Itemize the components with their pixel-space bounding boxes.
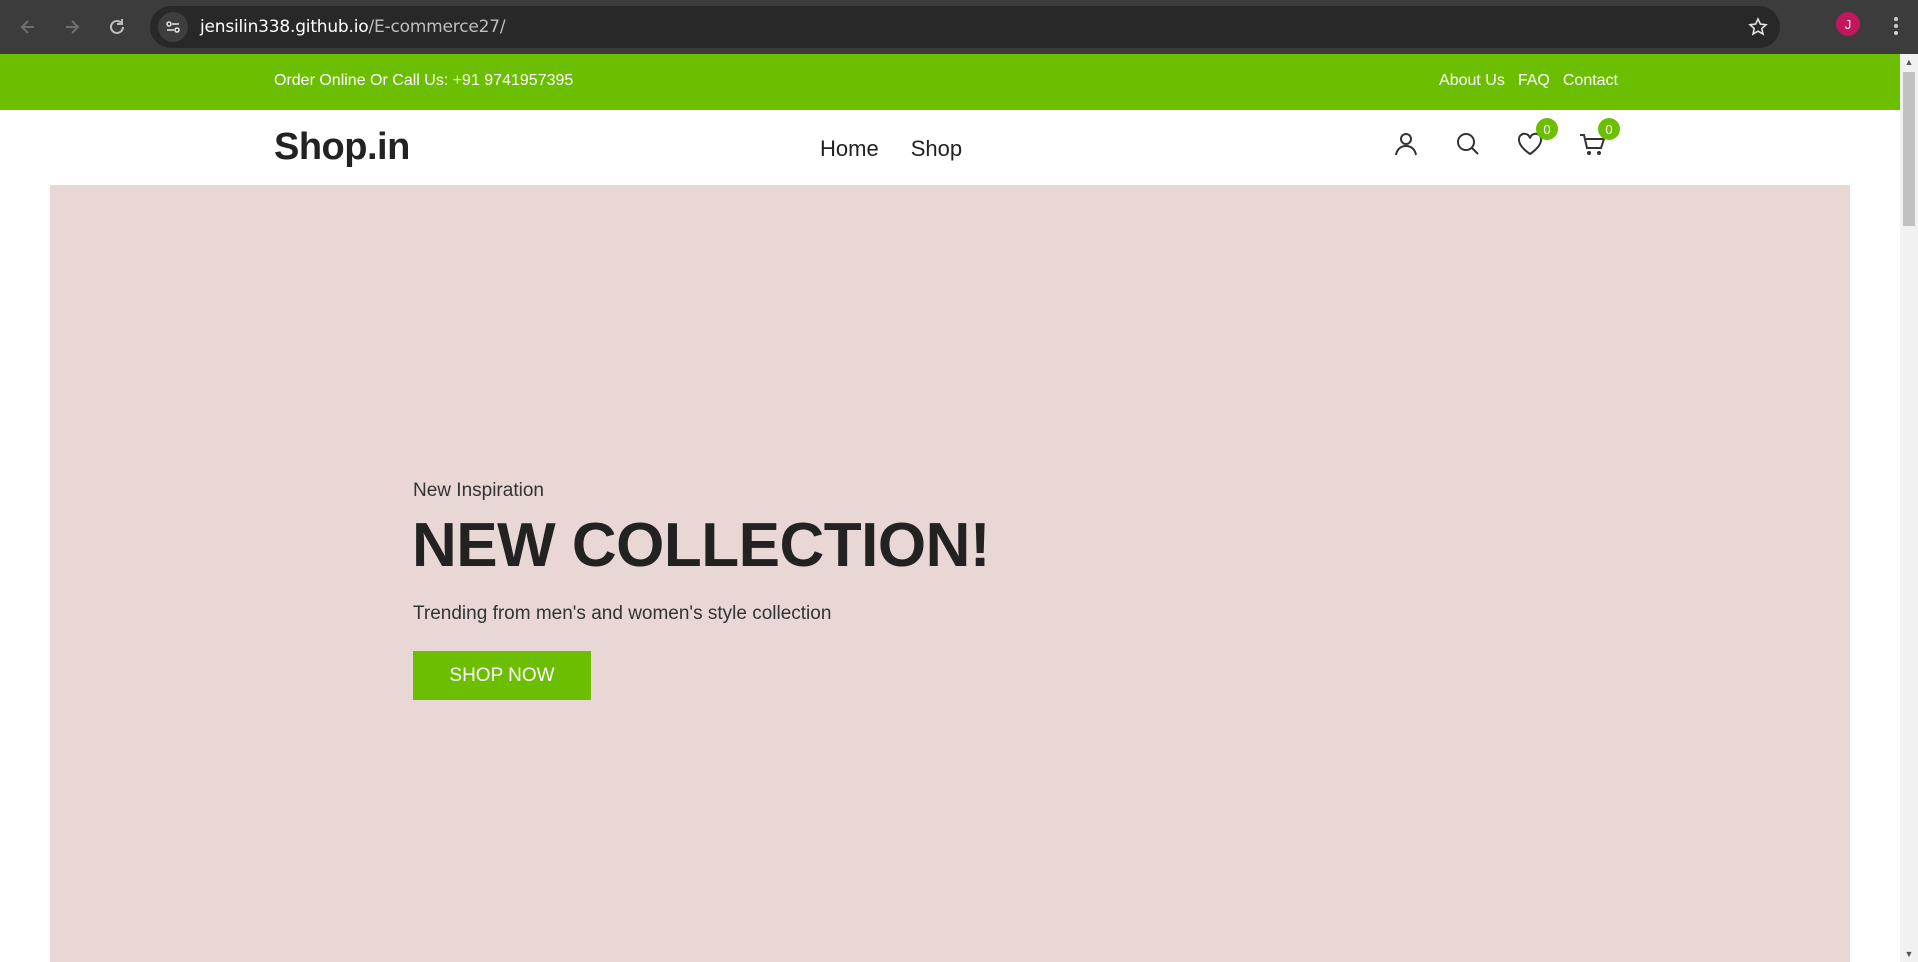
page-scrollbar[interactable]: ▲ ▼ — [1900, 54, 1918, 962]
shop-now-button[interactable]: SHOP NOW — [413, 651, 591, 700]
hero-banner: New Inspiration NEW COLLECTION! Trending… — [50, 185, 1850, 962]
page-viewport: Order Online Or Call Us: +91 9741957395 … — [0, 54, 1900, 962]
browser-menu-button[interactable] — [1884, 12, 1908, 40]
main-nav: Home Shop — [820, 136, 962, 162]
top-links: About Us FAQ Contact — [1439, 72, 1618, 90]
profile-avatar[interactable]: J — [1836, 12, 1860, 36]
about-us-link[interactable]: About Us — [1439, 72, 1505, 90]
account-button[interactable] — [1390, 128, 1422, 160]
scroll-thumb[interactable] — [1903, 72, 1915, 226]
faq-link[interactable]: FAQ — [1518, 72, 1550, 90]
hero-eyebrow: New Inspiration — [413, 480, 544, 501]
scroll-up-arrow[interactable]: ▲ — [1900, 54, 1918, 70]
hero-headline: NEW COLLECTION! — [412, 511, 991, 580]
top-info-bar: Order Online Or Call Us: +91 9741957395 … — [0, 54, 1900, 110]
search-icon — [1457, 133, 1479, 155]
forward-button[interactable] — [50, 5, 94, 49]
back-icon — [20, 20, 34, 34]
url-host: jensilin338.github.io — [200, 17, 369, 37]
back-button[interactable] — [6, 5, 50, 49]
reload-icon — [110, 19, 124, 34]
site-info-button[interactable] — [158, 12, 188, 42]
bookmark-star-icon — [1748, 17, 1768, 36]
cart-button[interactable]: 0 — [1576, 118, 1620, 160]
url-text: jensilin338.github.io/E-commerce27/ — [200, 17, 506, 37]
wishlist-button[interactable]: 0 — [1514, 118, 1558, 160]
cart-count-badge: 0 — [1598, 118, 1620, 140]
reload-button[interactable] — [95, 5, 139, 49]
browser-toolbar: jensilin338.github.io/E-commerce27/ J — [0, 0, 1918, 54]
bookmark-button[interactable] — [1748, 17, 1768, 42]
contact-phone-text: Order Online Or Call Us: +91 9741957395 — [274, 72, 574, 89]
forward-icon — [66, 20, 80, 34]
nav-shop[interactable]: Shop — [911, 136, 962, 162]
address-bar[interactable]: jensilin338.github.io/E-commerce27/ — [150, 6, 1780, 48]
wishlist-count-badge: 0 — [1536, 118, 1558, 140]
site-header: Shop.in Home Shop 0 0 — [0, 110, 1900, 185]
site-info-icon — [166, 21, 180, 33]
nav-home[interactable]: Home — [820, 136, 879, 162]
contact-link[interactable]: Contact — [1563, 72, 1618, 90]
scroll-down-arrow[interactable]: ▼ — [1900, 946, 1918, 962]
search-button[interactable] — [1452, 128, 1484, 160]
url-path: /E-commerce27/ — [368, 17, 506, 37]
header-icons: 0 0 — [1390, 118, 1620, 160]
hero-subtitle: Trending from men's and women's style co… — [413, 603, 832, 624]
user-icon — [1395, 133, 1417, 156]
site-logo[interactable]: Shop.in — [274, 126, 410, 169]
